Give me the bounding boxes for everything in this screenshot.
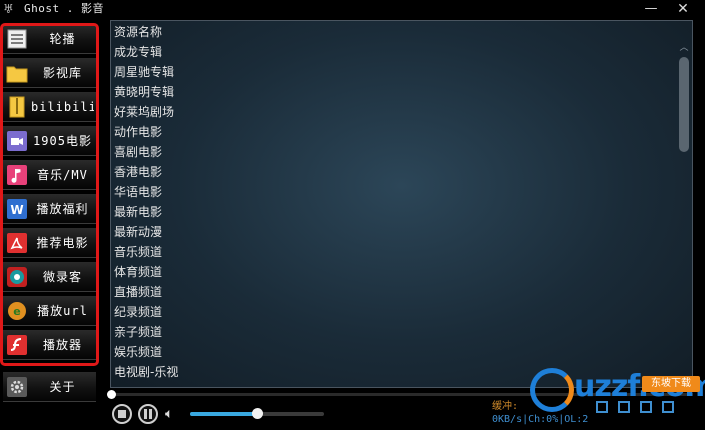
scroll-up-arrow-icon[interactable]: ︿: [679, 43, 689, 53]
pdf-icon: [6, 232, 28, 254]
minimize-button[interactable]: —: [636, 0, 666, 18]
sidebar-item-weiluke[interactable]: 微录客: [3, 262, 96, 292]
volume-level-fill: [190, 412, 257, 416]
close-button[interactable]: ✕: [668, 0, 698, 18]
list-item[interactable]: 华语电影: [114, 182, 674, 202]
word-doc-icon: W: [6, 198, 28, 220]
ie-browser-icon: e: [6, 300, 28, 322]
list-item[interactable]: 成龙专辑: [114, 42, 674, 62]
playback-progress-knob[interactable]: [107, 390, 116, 399]
list-item[interactable]: 周星驰专辑: [114, 62, 674, 82]
sidebar-item-label: 音乐/MV: [37, 168, 88, 182]
buffer-status: 缓冲:: [492, 401, 519, 412]
scrollbar-thumb[interactable]: [679, 57, 689, 152]
list-item[interactable]: 最新电影: [114, 202, 674, 222]
volume-icon[interactable]: 🔈︎: [165, 404, 181, 424]
list-item[interactable]: 动作电影: [114, 122, 674, 142]
sidebar-item-video-library[interactable]: 影视库: [3, 58, 96, 88]
sidebar-item-label: 播放器: [42, 338, 82, 352]
list-item[interactable]: 体育频道: [114, 262, 674, 282]
list-header: 资源名称: [114, 25, 163, 39]
list-item[interactable]: 纪录频道: [114, 302, 674, 322]
sidebar-item-label: bilibili: [31, 100, 94, 114]
sidebar: 轮播 影视库 bilibili 1905电影 音乐/MV W 播放福利 推荐电影…: [0, 20, 104, 430]
folder-icon: [6, 62, 28, 84]
sidebar-item-music-mv[interactable]: 音乐/MV: [3, 160, 96, 190]
sidebar-item-play-benefits[interactable]: W 播放福利: [3, 194, 96, 224]
svg-text:W: W: [10, 203, 23, 217]
sidebar-item-carousel[interactable]: 轮播: [3, 24, 96, 54]
svg-text:e: e: [13, 305, 20, 318]
site-watermark: uzzf.com 东坡下载: [524, 362, 705, 430]
video-icon: [6, 130, 28, 152]
sidebar-item-label: 播放福利: [36, 202, 89, 216]
list-item[interactable]: 黄晓明专辑: [114, 82, 674, 102]
resource-list-panel: 资源名称 成龙专辑 周星驰专辑 黄晓明专辑 好莱坞剧场 动作电影 喜剧电影 香港…: [110, 20, 693, 388]
window-title: Ghost . 影音: [24, 2, 104, 15]
list-item[interactable]: 喜剧电影: [114, 142, 674, 162]
resource-list: 资源名称 成龙专辑 周星驰专辑 黄晓明专辑 好莱坞剧场 动作电影 喜剧电影 香港…: [114, 22, 674, 382]
flash-icon: [6, 334, 28, 356]
app-logo-icon: ♅: [3, 2, 14, 16]
list-item[interactable]: 好莱坞剧场: [114, 102, 674, 122]
sidebar-item-recommended-movies[interactable]: 推荐电影: [3, 228, 96, 258]
volume-slider-knob[interactable]: [252, 408, 263, 419]
list-item[interactable]: 香港电影: [114, 162, 674, 182]
watermark-logo-icon: [530, 368, 574, 412]
zip-folder-icon: [6, 96, 28, 118]
list-item[interactable]: 直播频道: [114, 282, 674, 302]
sidebar-item-player[interactable]: 播放器: [3, 330, 96, 360]
sidebar-item-label: 1905电影: [33, 134, 92, 148]
list-item[interactable]: 娱乐频道: [114, 342, 674, 362]
sidebar-item-play-url[interactable]: e 播放url: [3, 296, 96, 326]
list-item[interactable]: 亲子频道: [114, 322, 674, 342]
sidebar-item-label: 推荐电影: [36, 236, 89, 250]
sidebar-item-label: 微录客: [42, 270, 82, 284]
music-icon: [6, 164, 28, 186]
watermark-tag: 东坡下载: [642, 376, 700, 392]
sidebar-item-1905-movie[interactable]: 1905电影: [3, 126, 96, 156]
sidebar-item-label: 关于: [49, 380, 76, 394]
sidebar-item-about[interactable]: 关于: [3, 372, 96, 402]
gear-icon: [6, 376, 28, 398]
sidebar-item-label: 轮播: [49, 32, 76, 46]
list-item[interactable]: 音乐频道: [114, 242, 674, 262]
record-icon: [6, 266, 28, 288]
pause-button[interactable]: [138, 404, 158, 424]
sidebar-item-bilibili[interactable]: bilibili: [3, 92, 96, 122]
list-item[interactable]: 最新动漫: [114, 222, 674, 242]
sidebar-item-label: 播放url: [37, 304, 88, 318]
list-icon: [6, 28, 28, 50]
sidebar-item-label: 影视库: [42, 66, 82, 80]
title-bar: ♅ Ghost . 影音 — ✕: [0, 0, 705, 20]
stop-button[interactable]: [112, 404, 132, 424]
